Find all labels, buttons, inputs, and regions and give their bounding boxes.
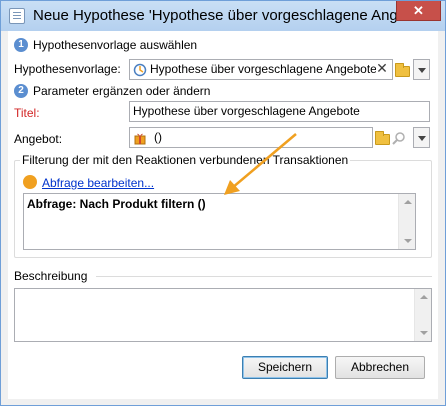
description-scrollbar[interactable] — [414, 289, 431, 341]
edit-query-icon — [23, 175, 37, 189]
title-input[interactable]: Hypothese über vorgeschlagene Angebote — [129, 101, 430, 122]
close-button[interactable]: ✕ — [396, 1, 441, 21]
title-value: Hypothese über vorgeschlagene Angebote — [133, 104, 360, 118]
description-rule — [96, 276, 432, 277]
scroll-up-icon[interactable] — [404, 200, 412, 204]
template-value: Hypothese über vorgeschlagene Angebote — [150, 62, 377, 76]
edit-query-link[interactable]: Abfrage bearbeiten... — [42, 176, 154, 190]
dialog-client-area: 1 Hypothesenvorlage auswählen Hypothesen… — [8, 31, 438, 399]
scroll-down-icon[interactable] — [404, 239, 412, 243]
template-dropdown-button[interactable] — [413, 59, 430, 80]
cancel-button[interactable]: Abbrechen — [335, 356, 425, 379]
dialog-window: Neue Hypothese 'Hypothese über vorgeschl… — [0, 0, 446, 406]
title-label: Titel: — [14, 106, 40, 120]
window-title: Neue Hypothese 'Hypothese über vorgeschl… — [33, 7, 439, 24]
query-textarea[interactable]: Abfrage: Nach Produkt filtern () — [23, 193, 416, 250]
clear-template-icon[interactable]: ✕ — [376, 62, 388, 76]
scroll-up-icon[interactable] — [420, 295, 428, 299]
template-field[interactable]: Hypothese über vorgeschlagene Angebote — [129, 59, 393, 80]
offer-dropdown-button[interactable] — [413, 127, 430, 148]
filter-group-title: Filterung der mit den Reaktionen verbund… — [20, 153, 351, 167]
template-label: Hypothesenvorlage: — [14, 62, 121, 76]
app-icon — [9, 8, 25, 24]
folder-icon[interactable] — [395, 63, 410, 77]
step-2-badge: 2 — [14, 84, 28, 98]
hypothesis-template-icon — [133, 63, 147, 77]
query-scrollbar[interactable] — [398, 194, 415, 249]
offer-folder-icon[interactable] — [375, 131, 390, 145]
title-bar: Neue Hypothese 'Hypothese über vorgeschl… — [1, 1, 445, 31]
step-2-heading: Parameter ergänzen oder ändern — [33, 84, 211, 98]
scroll-down-icon[interactable] — [420, 331, 428, 335]
query-text: Abfrage: Nach Produkt filtern () — [27, 197, 206, 211]
offer-value: () — [154, 130, 162, 144]
description-textarea[interactable] — [14, 288, 432, 342]
step-1-badge: 1 — [14, 38, 28, 52]
save-button[interactable]: Speichern — [242, 356, 328, 379]
description-label: Beschreibung — [14, 269, 88, 283]
search-icon[interactable] — [392, 131, 406, 145]
offer-label: Angebot: — [14, 132, 63, 146]
step-1-heading: Hypothesenvorlage auswählen — [33, 38, 198, 52]
offer-field[interactable]: () — [129, 127, 373, 148]
offer-icon — [134, 133, 146, 145]
